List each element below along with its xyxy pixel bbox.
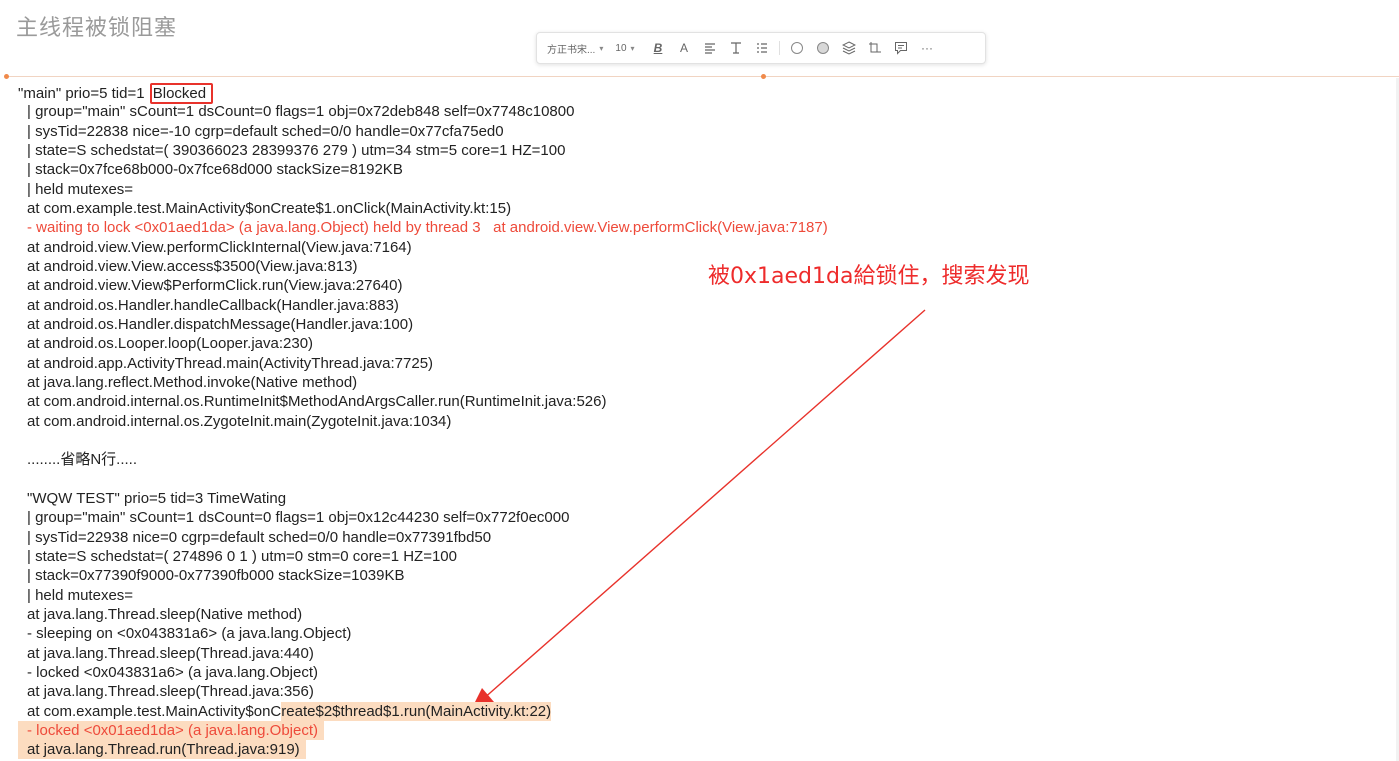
list-button[interactable] <box>749 33 775 63</box>
fill-color-button[interactable] <box>810 33 836 63</box>
log-line: | stack=0x7fce68b000-0x7fce68d000 stackS… <box>27 161 403 179</box>
log-line: | group="main" sCount=1 dsCount=0 flags=… <box>27 509 570 527</box>
log-line: at android.os.Handler.handleCallback(Han… <box>27 296 399 314</box>
run-line-start: at com.example.test.MainActivity$onC <box>27 702 282 720</box>
wqw-thread-header: "WQW TEST" prio=5 tid=3 TimeWating <box>27 489 287 507</box>
chevron-down-icon: ▾ <box>599 43 604 53</box>
log-line: at java.lang.Thread.sleep(Thread.java:44… <box>27 644 314 662</box>
page: 主线程被锁阻塞 方正书宋... ▾ 10 ▾ B A ··· "main" pr… <box>0 0 1399 761</box>
crop-icon <box>869 42 881 53</box>
main-thread-info: "main" prio=5 tid=1 <box>18 85 149 102</box>
log-line: at android.view.View.access$3500(View.ja… <box>27 257 358 275</box>
last-line-text: at java.lang.Thread.run(Thread.java:919) <box>18 740 306 760</box>
font-family-value: 方正书宋... <box>547 44 596 56</box>
run-line-highlighted: reate$2$thread$1.run(MainActivity.kt:22) <box>281 701 552 721</box>
log-line: at java.lang.Thread.sleep(Thread.java:35… <box>27 683 314 701</box>
border-color-button[interactable] <box>784 33 810 63</box>
text-style-icon <box>731 42 741 54</box>
log-line: at android.os.Looper.loop(Looper.java:23… <box>27 335 314 353</box>
more-button[interactable]: ··· <box>914 33 940 63</box>
waiting-to-lock-line: - waiting to lock <0x01aed1da> (a java.l… <box>27 219 828 237</box>
layers-button[interactable] <box>836 33 862 63</box>
editor-toolbar: 方正书宋... ▾ 10 ▾ B A ··· <box>536 32 986 64</box>
log-line: - locked <0x043831a6> (a java.lang.Objec… <box>27 663 319 681</box>
font-color-icon: A <box>679 41 688 55</box>
bold-button[interactable]: B <box>645 33 671 63</box>
comment-icon <box>895 42 907 55</box>
chevron-down-icon: ▾ <box>630 43 635 53</box>
text-style-button[interactable] <box>723 33 749 63</box>
log-line: at com.example.test.MainActivity$onCreat… <box>27 199 512 217</box>
main-thread-header: "main" prio=5 tid=1 Blocked <box>18 83 828 104</box>
font-family-select[interactable]: 方正书宋... ▾ <box>537 33 605 63</box>
log-line: at android.app.ActivityThread.main(Activ… <box>27 354 434 372</box>
log-line: | sysTid=22838 nice=-10 cgrp=default sch… <box>27 122 504 140</box>
thread-dump: "main" prio=5 tid=1 Blocked | group="mai… <box>18 83 828 760</box>
crop-button[interactable] <box>862 33 888 63</box>
log-line: at com.android.internal.os.RuntimeInit$M… <box>27 393 607 411</box>
layers-icon <box>842 41 856 55</box>
last-line: at java.lang.Thread.run(Thread.java:919) <box>18 740 828 760</box>
circle-outline-icon <box>791 42 803 54</box>
resize-handle-left[interactable] <box>4 74 9 79</box>
font-size-value: 10 <box>615 42 627 54</box>
annotation-text: 被0x1aed1da給锁住，搜索发现 <box>708 264 1030 289</box>
page-title: 主线程被锁阻塞 <box>16 16 178 41</box>
omitted-lines-note: ........省略N行..... <box>27 451 138 469</box>
bold-icon: B <box>653 41 663 55</box>
log-line: at android.os.Handler.dispatchMessage(Ha… <box>27 315 414 333</box>
log-line: | group="main" sCount=1 dsCount=0 flags=… <box>27 103 575 121</box>
blocked-state-highlight: Blocked <box>149 83 214 104</box>
log-line: at java.lang.Thread.sleep(Native method) <box>27 605 303 623</box>
locked-line-text: - locked <0x01aed1da> (a java.lang.Objec… <box>18 720 325 741</box>
log-line: | state=S schedstat=( 390366023 28399376… <box>27 141 566 159</box>
list-icon <box>757 43 767 53</box>
log-line: | state=S schedstat=( 274896 0 1 ) utm=0… <box>27 547 457 565</box>
font-size-select[interactable]: 10 ▾ <box>605 33 645 63</box>
comment-button[interactable] <box>888 33 914 63</box>
more-icon: ··· <box>921 41 933 55</box>
run-line: at com.example.test.MainActivity$onCreat… <box>18 701 828 721</box>
log-line: | stack=0x77390f9000-0x77390fb000 stackS… <box>27 567 405 585</box>
resize-handle-top[interactable] <box>761 74 766 79</box>
log-line: at java.lang.reflect.Method.invoke(Nativ… <box>27 373 358 391</box>
toolbar-divider <box>779 41 780 55</box>
editor-top-border <box>6 76 1399 77</box>
circle-fill-icon <box>817 42 829 54</box>
locked-line: - locked <0x01aed1da> (a java.lang.Objec… <box>18 720 828 741</box>
log-line: at android.view.View$PerformClick.run(Vi… <box>27 277 403 295</box>
log-line: at com.android.internal.os.ZygoteInit.ma… <box>27 412 452 430</box>
log-line: | sysTid=22938 nice=0 cgrp=default sched… <box>27 528 492 546</box>
log-line: - sleeping on <0x043831a6> (a java.lang.… <box>27 625 352 643</box>
log-line: at android.view.View.performClickInterna… <box>27 238 412 256</box>
align-left-icon <box>705 43 715 54</box>
align-left-button[interactable] <box>697 33 723 63</box>
log-line: | held mutexes= <box>27 180 134 198</box>
log-line: | held mutexes= <box>27 586 134 604</box>
font-color-button[interactable]: A <box>671 33 697 63</box>
